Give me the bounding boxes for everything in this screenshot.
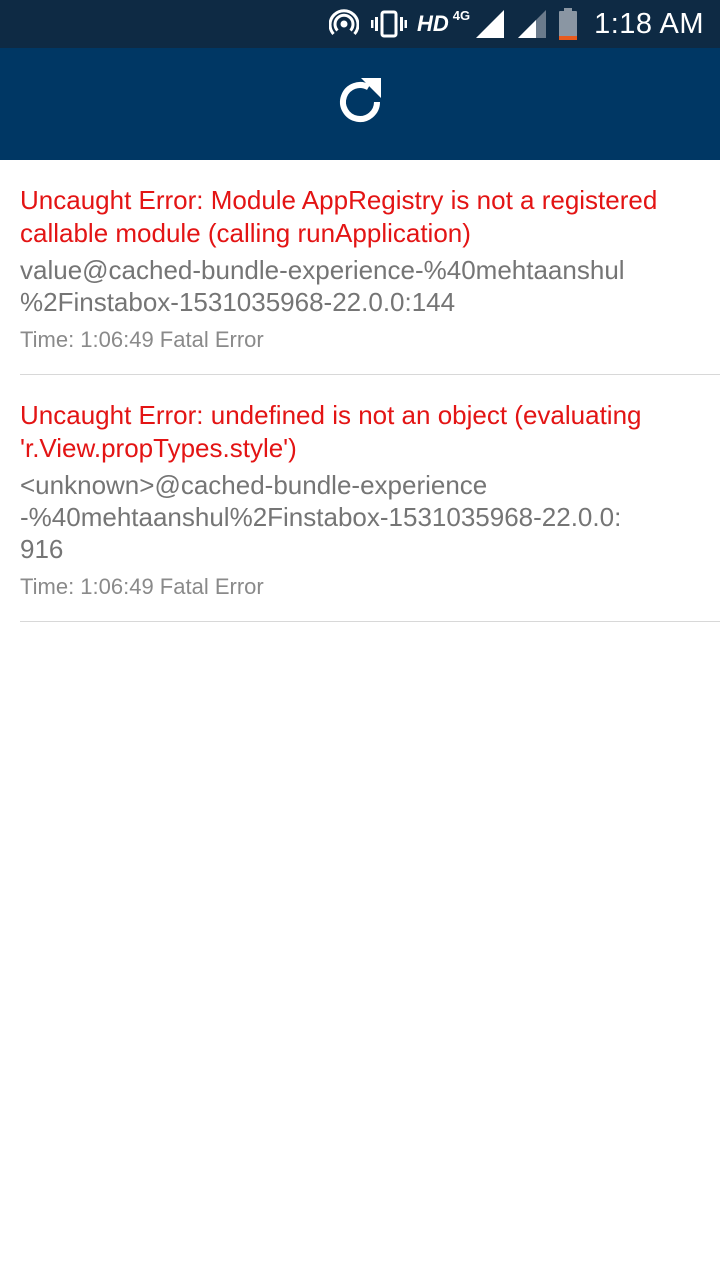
error-timestamp: Time: 1:06:49 Fatal Error — [20, 327, 264, 352]
error-stack-trace: value@cached-bundle-experience-%40mehtaa… — [20, 255, 625, 317]
error-stack-trace: <unknown>@cached-bundle-experience -%40m… — [20, 470, 622, 564]
clock: 1:18 AM — [594, 7, 704, 40]
signal-icon — [476, 10, 505, 38]
reload-button[interactable] — [328, 72, 392, 136]
error-timestamp: Time: 1:06:49 Fatal Error — [20, 574, 264, 599]
error-message: Uncaught Error: undefined is not an obje… — [20, 400, 642, 463]
hotspot-icon — [328, 9, 359, 39]
error-item[interactable]: Uncaught Error: Module AppRegistry is no… — [20, 160, 720, 375]
error-list: Uncaught Error: Module AppRegistry is no… — [0, 160, 720, 622]
status-bar: HD 4G 1:18 AM — [0, 0, 720, 48]
reload-icon — [333, 75, 387, 134]
error-message: Uncaught Error: Module AppRegistry is no… — [20, 185, 658, 248]
app-header — [0, 48, 720, 160]
battery-icon — [558, 8, 578, 40]
vibrate-icon — [370, 9, 407, 39]
network-type-label: 4G — [452, 7, 471, 23]
error-item[interactable]: Uncaught Error: undefined is not an obje… — [20, 375, 720, 622]
signal-icon-2 — [516, 10, 547, 38]
hd-label: HD — [416, 11, 449, 36]
